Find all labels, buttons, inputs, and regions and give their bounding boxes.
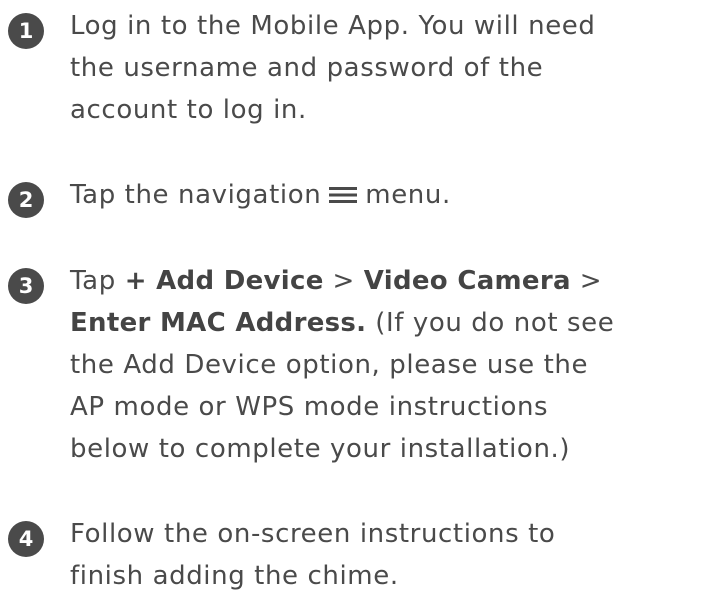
hamburger-menu-icon [329, 186, 358, 204]
step-text-before-icon: Tap the navigation [70, 180, 322, 210]
step-number-badge: 3 [8, 268, 44, 304]
plain-text: > [323, 266, 364, 296]
plain-text: > [570, 266, 603, 296]
step-text: Tap + Add Device > Video Camera > Enter … [70, 260, 705, 470]
step-text-line: the username and password of the [70, 53, 544, 83]
step-text-line: the Add Device option, please use the [70, 350, 589, 380]
step-number-badge: 4 [8, 521, 44, 557]
step-text-line: finish adding the chime. [70, 561, 399, 591]
step-text: Follow the on-screen instructions to fin… [70, 513, 705, 597]
step-text-line: AP mode or WPS mode instructions [70, 392, 549, 422]
plain-text: (If you do not see [366, 308, 615, 338]
step-text-line: Log in to the Mobile App. You will need [70, 11, 596, 41]
step-text: Log in to the Mobile App. You will need … [70, 5, 705, 131]
video-camera-label: Video Camera [363, 266, 571, 296]
step-text: Tap the navigation menu. [70, 174, 705, 216]
step-text-line: below to complete your installation.) [70, 434, 571, 464]
plain-text: Tap [70, 266, 125, 296]
installation-steps: 1 Log in to the Mobile App. You will nee… [0, 0, 709, 594]
step-number-badge: 1 [8, 13, 44, 49]
step-text-line: Enter MAC Address. (If you do not see [70, 302, 705, 344]
add-device-label: + Add Device [124, 266, 324, 296]
step-text-line: Follow the on-screen instructions to [70, 519, 556, 549]
step-text-line: account to log in. [70, 95, 307, 125]
step-number-badge: 2 [8, 182, 44, 218]
step-text-after-icon: menu. [365, 180, 451, 210]
step-text-line: Tap + Add Device > Video Camera > [70, 260, 705, 302]
enter-mac-address-label: Enter MAC Address. [70, 308, 367, 338]
